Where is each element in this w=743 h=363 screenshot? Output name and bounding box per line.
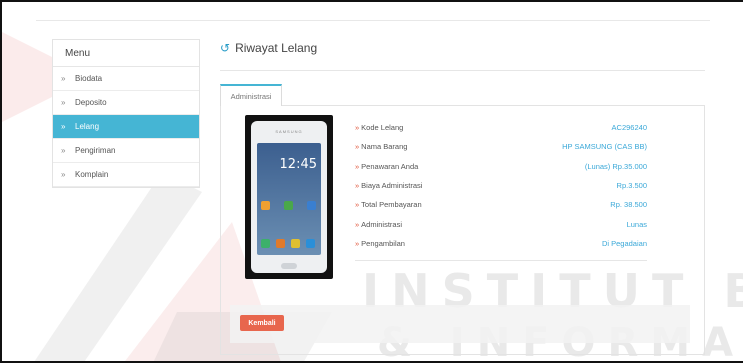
detail-row: » Pengambilan Di Pegadaian (355, 234, 647, 253)
sidebar-item-label: Komplain (75, 169, 109, 179)
app-icon (307, 201, 316, 210)
bullet-chevron-icon: » (355, 219, 360, 229)
detail-label: Total Pembayaran (361, 200, 422, 210)
app-icon (261, 201, 270, 210)
sidebar-item-label: Lelang (75, 121, 100, 131)
detail-label: Nama Barang (361, 142, 408, 152)
detail-label: Penawaran Anda (361, 161, 419, 171)
double-chevron-right-icon: » (61, 169, 66, 179)
title-divider (220, 70, 705, 71)
history-icon: ↺ (220, 41, 231, 55)
app-icon (291, 239, 300, 248)
sidebar-item-label: Biodata (75, 73, 103, 83)
app-icon (261, 239, 270, 248)
samsung-phone-image: SAMSUNG 12:45 (245, 115, 333, 279)
detail-value: Rp. 38.500 (610, 200, 647, 210)
double-chevron-right-icon: » (61, 145, 66, 155)
app-icon (306, 239, 315, 248)
page-title: ↺ Riwayat Lelang (220, 41, 317, 55)
detail-row: » Total Pembayaran Rp. 38.500 (355, 195, 647, 214)
detail-row: » Administrasi Lunas (355, 214, 647, 233)
detail-row: » Biaya Administrasi Rp.3.500 (355, 176, 647, 195)
bullet-chevron-icon: » (355, 200, 360, 210)
bullet-chevron-icon: » (355, 161, 360, 171)
detail-label: Kode Lelang (361, 123, 404, 133)
back-button[interactable]: Kembali (240, 315, 284, 331)
detail-value: Di Pegadaian (601, 238, 647, 248)
detail-row: » Kode Lelang AC296240 (355, 118, 647, 137)
double-chevron-right-icon: » (61, 121, 66, 131)
double-chevron-right-icon: » (61, 73, 66, 83)
page-frame: INSTITUT BI & INFORMA Menu » Biodata » D… (0, 0, 743, 363)
sidebar-item-pengiriman[interactable]: » Pengiriman (53, 139, 199, 163)
sidebar-menu: Menu » Biodata » Deposito » Lelang » Pen… (52, 39, 200, 188)
phone-clock: 12:45 (279, 157, 317, 172)
phone-home-button (281, 263, 297, 269)
sidebar-item-label: Pengiriman (75, 145, 116, 155)
detail-value: AC296240 (611, 123, 647, 133)
sidebar-item-lelang[interactable]: » Lelang (53, 115, 199, 139)
bullet-chevron-icon: » (355, 238, 360, 248)
double-chevron-right-icon: » (61, 97, 66, 107)
app-icon (284, 201, 293, 210)
sidebar-item-komplain[interactable]: » Komplain (53, 163, 199, 187)
detail-value: Lunas (626, 219, 647, 229)
page-title-text: Riwayat Lelang (235, 41, 318, 55)
detail-value: HP SAMSUNG (CAS BB) (562, 142, 647, 152)
bullet-chevron-icon: » (355, 142, 360, 152)
phone-brand-text: SAMSUNG (275, 129, 303, 134)
auction-details: » Kode Lelang AC296240 » Nama Barang HP SA… (355, 118, 647, 253)
detail-value: Rp.3.500 (616, 181, 647, 191)
bullet-chevron-icon: » (355, 123, 360, 133)
detail-label: Administrasi (361, 219, 403, 229)
detail-label: Pengambilan (361, 238, 405, 248)
sidebar-item-deposito[interactable]: » Deposito (53, 91, 199, 115)
sidebar-heading: Menu (53, 40, 199, 67)
tab-administrasi[interactable]: Administrasi (220, 84, 282, 106)
detail-row: » Nama Barang HP SAMSUNG (CAS BB) (355, 137, 647, 156)
details-divider (355, 260, 647, 261)
phone-screen: 12:45 (257, 143, 321, 255)
form-actions-bar (230, 305, 690, 343)
detail-label: Biaya Administrasi (361, 181, 423, 191)
app-icon (276, 239, 285, 248)
sidebar-item-biodata[interactable]: » Biodata (53, 67, 199, 91)
detail-value: (Lunas) Rp.35.000 (584, 161, 647, 171)
phone-body: SAMSUNG 12:45 (251, 121, 327, 273)
detail-row: » Penawaran Anda (Lunas) Rp.35.000 (355, 157, 647, 176)
bullet-chevron-icon: » (355, 181, 360, 191)
sidebar-item-label: Deposito (75, 97, 107, 107)
